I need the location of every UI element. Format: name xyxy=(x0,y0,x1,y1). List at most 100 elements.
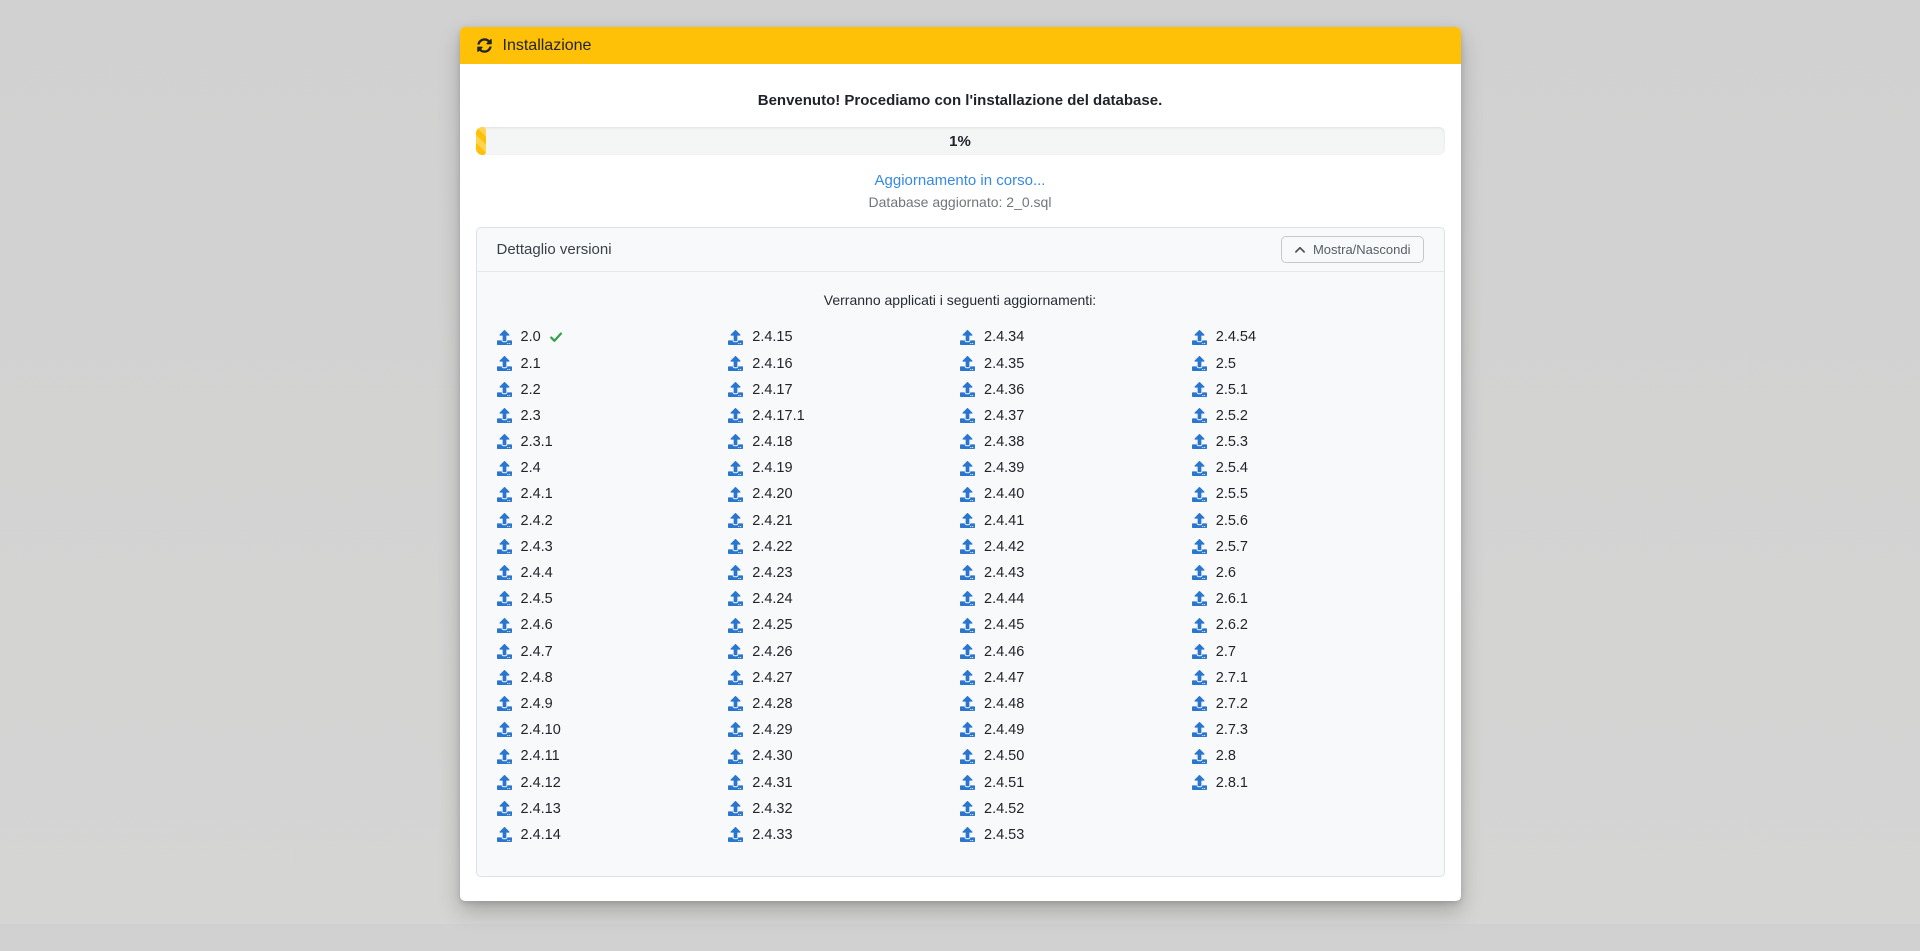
version-label: 2.7.2 xyxy=(1216,696,1248,712)
version-label: 2.4.23 xyxy=(752,565,792,581)
version-item: 2.4.44 xyxy=(960,586,1192,612)
welcome-text: Benvenuto! Procediamo con l'installazion… xyxy=(476,92,1445,109)
upload-icon xyxy=(497,539,512,554)
version-item: 2.4.19 xyxy=(728,455,960,481)
version-label: 2.4.17.1 xyxy=(752,408,804,424)
upload-icon xyxy=(1192,591,1207,606)
version-item: 2.4.41 xyxy=(960,507,1192,533)
version-label: 2.4.46 xyxy=(984,644,1024,660)
version-label: 2.4.40 xyxy=(984,486,1024,502)
version-item: 2.4.20 xyxy=(728,481,960,507)
upload-icon xyxy=(497,775,512,790)
version-label: 2.4.24 xyxy=(752,591,792,607)
versions-panel-header: Dettaglio versioni Mostra/Nascondi xyxy=(477,228,1444,272)
version-item: 2.4.13 xyxy=(497,795,729,821)
version-label: 2.5 xyxy=(1216,356,1236,372)
upload-icon xyxy=(1192,356,1207,371)
version-label: 2.4.54 xyxy=(1216,329,1256,345)
version-item: 2.4.25 xyxy=(728,612,960,638)
version-item: 2.4.49 xyxy=(960,717,1192,743)
upload-icon xyxy=(960,644,975,659)
version-item: 2.1 xyxy=(497,350,729,376)
chevron-up-icon xyxy=(1294,244,1306,256)
upload-icon xyxy=(497,670,512,685)
version-item: 2.4.10 xyxy=(497,717,729,743)
upload-icon xyxy=(728,565,743,580)
version-label: 2.4.20 xyxy=(752,486,792,502)
version-item: 2.4 xyxy=(497,455,729,481)
upload-icon xyxy=(1192,330,1207,345)
status-updated-text: Database aggiornato: 2_0.sql xyxy=(476,194,1445,210)
status-updating-text: Aggiornamento in corso... xyxy=(476,172,1445,189)
version-item: 2.5.4 xyxy=(1192,455,1424,481)
upload-icon xyxy=(728,749,743,764)
versions-panel-title: Dettaglio versioni xyxy=(497,241,612,258)
version-item: 2.4.32 xyxy=(728,795,960,821)
version-item: 2.6 xyxy=(1192,560,1424,586)
version-item: 2.4.50 xyxy=(960,743,1192,769)
version-label: 2.4.30 xyxy=(752,748,792,764)
version-item: 2.4.38 xyxy=(960,429,1192,455)
version-label: 2.4.10 xyxy=(521,722,561,738)
version-label: 2.5.1 xyxy=(1216,382,1248,398)
version-label: 2.4.22 xyxy=(752,539,792,555)
page-title: Installazione xyxy=(503,37,592,55)
upload-icon xyxy=(1192,565,1207,580)
upload-icon xyxy=(728,696,743,711)
upload-icon xyxy=(1192,696,1207,711)
upload-icon xyxy=(497,749,512,764)
version-item: 2.4.22 xyxy=(728,534,960,560)
upload-icon xyxy=(1192,539,1207,554)
version-item: 2.4.27 xyxy=(728,664,960,690)
version-label: 2.5.6 xyxy=(1216,513,1248,529)
upload-icon xyxy=(960,330,975,345)
version-item: 2.4.54 xyxy=(1192,324,1424,350)
version-label: 2.5.7 xyxy=(1216,539,1248,555)
upload-icon xyxy=(728,801,743,816)
version-label: 2.4.5 xyxy=(521,591,553,607)
version-item: 2.4.29 xyxy=(728,717,960,743)
show-hide-button[interactable]: Mostra/Nascondi xyxy=(1281,236,1424,263)
check-icon xyxy=(549,330,563,344)
upload-icon xyxy=(497,513,512,528)
version-item: 2.4.2 xyxy=(497,507,729,533)
version-label: 2.4.42 xyxy=(984,539,1024,555)
version-item: 2.2 xyxy=(497,376,729,402)
version-label: 2.4.38 xyxy=(984,434,1024,450)
version-item: 2.4.8 xyxy=(497,664,729,690)
version-item: 2.4.42 xyxy=(960,534,1192,560)
version-item: 2.4.39 xyxy=(960,455,1192,481)
upload-icon xyxy=(960,722,975,737)
upload-icon xyxy=(497,461,512,476)
upload-icon xyxy=(497,591,512,606)
upload-icon xyxy=(497,487,512,502)
upload-icon xyxy=(728,487,743,502)
upload-icon xyxy=(497,356,512,371)
version-item: 2.4.40 xyxy=(960,481,1192,507)
upload-icon xyxy=(497,434,512,449)
version-item: 2.4.26 xyxy=(728,638,960,664)
version-item: 2.7.2 xyxy=(1192,691,1424,717)
upload-icon xyxy=(497,330,512,345)
version-label: 2.6.1 xyxy=(1216,591,1248,607)
version-label: 2.4.44 xyxy=(984,591,1024,607)
version-item: 2.4.5 xyxy=(497,586,729,612)
upload-icon xyxy=(960,827,975,842)
upload-icon xyxy=(960,539,975,554)
version-item: 2.4.4 xyxy=(497,560,729,586)
version-item: 2.7.3 xyxy=(1192,717,1424,743)
version-label: 2.4.2 xyxy=(521,513,553,529)
version-item: 2.3 xyxy=(497,403,729,429)
upload-icon xyxy=(960,382,975,397)
version-label: 2.4.33 xyxy=(752,827,792,843)
version-label: 2.4.11 xyxy=(521,748,560,764)
upload-icon xyxy=(960,775,975,790)
upload-icon xyxy=(960,670,975,685)
version-label: 2.4.26 xyxy=(752,644,792,660)
show-hide-button-label: Mostra/Nascondi xyxy=(1313,242,1411,257)
upload-icon xyxy=(960,487,975,502)
version-item: 2.4.21 xyxy=(728,507,960,533)
upload-icon xyxy=(497,827,512,842)
version-item: 2.8 xyxy=(1192,743,1424,769)
version-label: 2.4 xyxy=(521,460,541,476)
